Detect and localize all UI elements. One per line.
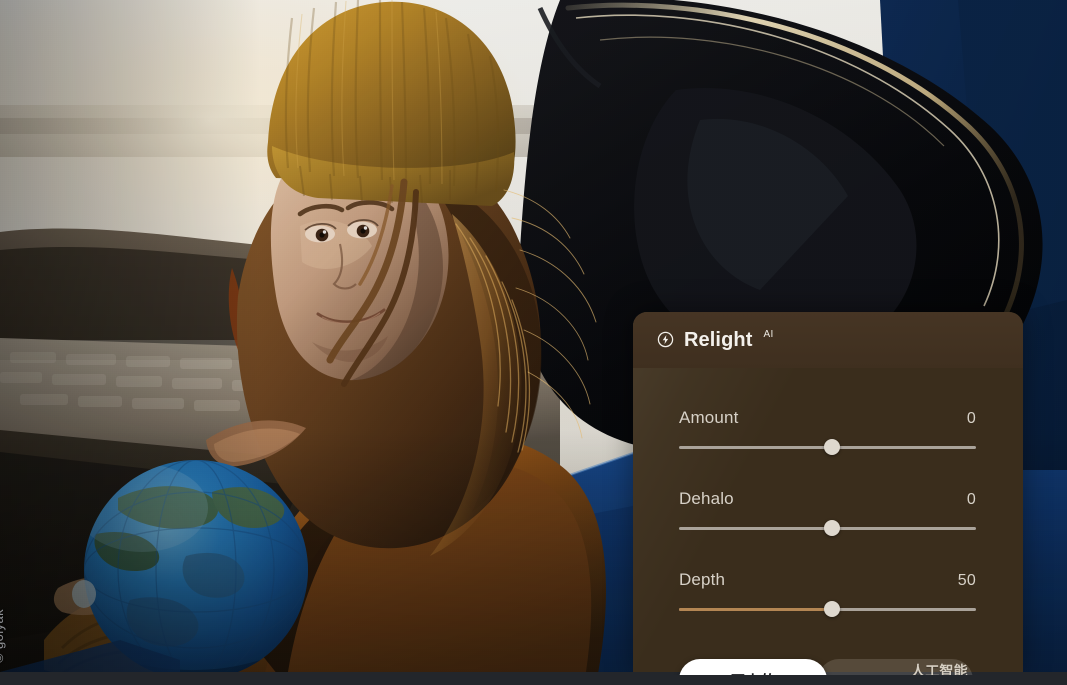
slider-value-depth: 50 xyxy=(957,572,976,589)
slider-row-depth: Depth 50 xyxy=(679,570,976,617)
relight-actions: 申请重新点亮 人工智能 原来的 xyxy=(679,659,976,675)
reapply-relight-button[interactable]: 申请重新点亮 人工智能 xyxy=(818,659,973,675)
relight-panel-body: Amount 0 Dehalo 0 Depth 50 人工智能 xyxy=(633,368,1023,675)
slider-head-dehalo: Dehalo 0 xyxy=(679,489,976,509)
reapply-relight-label: 申请重新点亮 xyxy=(829,672,920,675)
slider-head-amount: Amount 0 xyxy=(679,408,976,428)
slider-row-amount: Amount 0 xyxy=(679,408,976,455)
relight-panel-title-superscript: AI xyxy=(763,328,774,340)
bolt-circle-icon xyxy=(657,331,674,353)
slider-depth[interactable] xyxy=(679,601,976,617)
app-window: © golyak Relight AI Amount 0 xyxy=(0,0,1067,685)
slider-thumb-depth[interactable] xyxy=(823,601,840,617)
reapply-relight-superscript: 人工智能 xyxy=(911,663,968,675)
slider-dehalo[interactable] xyxy=(679,520,976,536)
slider-head-depth: Depth 50 xyxy=(679,570,976,590)
slider-fill-depth xyxy=(679,607,832,611)
slider-label-dehalo: Dehalo xyxy=(679,489,734,508)
slider-value-amount: 0 xyxy=(966,410,976,427)
slider-value-dehalo: 0 xyxy=(966,491,976,508)
slider-amount[interactable] xyxy=(679,439,976,455)
slider-label-amount: Amount xyxy=(679,408,739,427)
relight-panel-header: Relight AI xyxy=(633,312,1023,368)
relight-title-group: Relight AI xyxy=(657,328,774,353)
relight-panel-title: Relight xyxy=(684,328,753,351)
reapply-relight-label-group: 申请重新点亮 人工智能 xyxy=(818,659,973,675)
original-button[interactable]: 原来的 xyxy=(679,659,827,675)
photographer-watermark: © golyak xyxy=(0,609,6,663)
slider-label-depth: Depth xyxy=(679,570,726,589)
slider-thumb-amount[interactable] xyxy=(823,439,840,455)
relight-panel: Relight AI Amount 0 Dehalo 0 Depth 50 人工… xyxy=(633,312,1023,675)
slider-thumb-dehalo[interactable] xyxy=(823,520,840,536)
slider-row-dehalo: Dehalo 0 xyxy=(679,489,976,536)
